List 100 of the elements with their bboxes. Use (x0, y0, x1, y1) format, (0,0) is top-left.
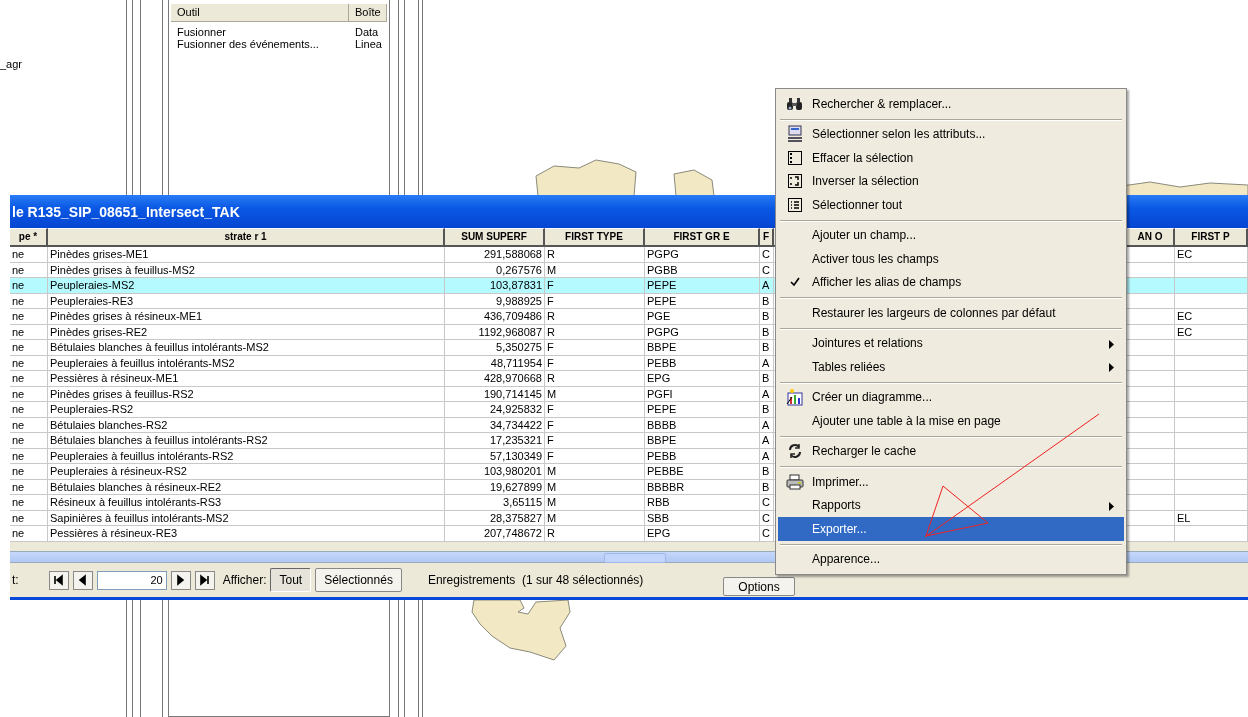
table-cell: ne (10, 479, 48, 494)
table-cell: 24,925832 (445, 402, 545, 417)
table-cell: ne (10, 278, 48, 293)
table-cell: Peupleraies-MS2 (48, 278, 445, 293)
options-button[interactable]: Options (723, 577, 795, 596)
table-cell: ne (10, 526, 48, 541)
table-cell: Bétulaies blanches à feuillus intolérants-RS2 (48, 433, 445, 448)
menu-item[interactable]: Sélectionner selon les attributs... (778, 122, 1124, 146)
table-cell: ne (10, 324, 48, 339)
table-cell: ne (10, 386, 48, 401)
table-cell: C (760, 262, 774, 277)
table-cell: C (760, 247, 774, 262)
previous-record-button[interactable] (72, 570, 93, 590)
next-record-button[interactable] (170, 570, 191, 590)
table-cell: B (760, 324, 774, 339)
record-label: t: (12, 573, 19, 587)
menu-item[interactable]: Effacer la sélection (778, 146, 1124, 170)
chart-icon (786, 388, 804, 407)
table-cell: R (545, 309, 645, 324)
table-cell: Bétulaies blanches à résineux-RE2 (48, 479, 445, 494)
table-cell: F (545, 293, 645, 308)
table-cell: Pinèdes grises à feuillus-MS2 (48, 262, 445, 277)
table-cell: M (545, 464, 645, 479)
table-cell: 207,748672 (445, 526, 545, 541)
printer-icon (786, 473, 804, 490)
column-header[interactable]: pe * (10, 228, 48, 245)
column-header[interactable]: FIRST TYPE (545, 228, 645, 245)
column-header[interactable]: FIRST GR E (645, 228, 760, 245)
table-cell: F (545, 278, 645, 293)
table-cell: 0,267576 (445, 262, 545, 277)
table-cell: EC (1175, 309, 1248, 324)
menu-item[interactable]: Créer un diagramme... (778, 385, 1124, 409)
table-cell: ne (10, 433, 48, 448)
table-cell: SBB (645, 510, 760, 525)
table-cell: M (545, 386, 645, 401)
table-cell: Sapinières à feuillus intolérants-MS2 (48, 510, 445, 525)
table-cell: BBBB (645, 417, 760, 432)
last-record-icon (199, 574, 211, 586)
table-cell: Résineux à feuillus intolérants-RS3 (48, 495, 445, 510)
menu-item[interactable]: Rechercher & remplacer... (778, 92, 1124, 116)
table-cell: A (760, 433, 774, 448)
table-cell: ne (10, 309, 48, 324)
table-cell: ne (10, 495, 48, 510)
menu-item[interactable]: Exporter... (778, 517, 1124, 541)
binoculars-icon (786, 95, 804, 112)
table-cell: M (545, 510, 645, 525)
table-cell: A (760, 448, 774, 463)
table-cell: Peupleraies à résineux-RS2 (48, 464, 445, 479)
tool-name[interactable]: Fusionner des événements... (171, 38, 349, 50)
table-cell: 9,988925 (445, 293, 545, 308)
table-cell: A (760, 355, 774, 370)
table-cell: F (545, 417, 645, 432)
table-cell: ne (10, 340, 48, 355)
table-cell: A (760, 386, 774, 401)
table-cell: Pinèdes grises-RE2 (48, 324, 445, 339)
table-cell: Bétulaies blanches à feuillus intolérants-MS2 (48, 340, 445, 355)
tool-name[interactable]: Fusionner (171, 26, 349, 38)
table-cell: 5,350275 (445, 340, 545, 355)
column-header[interactable]: strate r 1 (48, 228, 445, 245)
show-button[interactable]: Tout (270, 568, 312, 592)
clear-selection-icon (787, 149, 803, 166)
table-cell: 3,65115 (445, 495, 545, 510)
table-cell: C (760, 510, 774, 525)
column-header[interactable]: FIRST P (1175, 228, 1248, 245)
menu-item[interactable]: Apparence... (778, 547, 1124, 571)
table-cell: EL (1175, 510, 1248, 525)
toolbox-name: Linea (354, 38, 383, 50)
first-record-icon (53, 574, 65, 586)
column-header[interactable]: SUM SUPERF (445, 228, 545, 245)
record-field[interactable]: 20 (96, 570, 167, 590)
table-cell: R (545, 526, 645, 541)
table-cell: Pinèdes grises-ME1 (48, 247, 445, 262)
table-cell: PGPG (645, 324, 760, 339)
table-cell: BBBBR (645, 479, 760, 494)
table-cell: M (545, 479, 645, 494)
table-cell: Peupleraies à feuillus intolérants-MS2 (48, 355, 445, 370)
list-icon (787, 196, 803, 213)
table-cell: PGBB (645, 262, 760, 277)
table-cell: PEPE (645, 293, 760, 308)
menu-item[interactable]: Inverser la sélection (778, 169, 1124, 193)
show-button[interactable]: Sélectionnés (315, 568, 402, 592)
table-cell: ne (10, 293, 48, 308)
table-cell: B (760, 293, 774, 308)
table-cell: B (760, 402, 774, 417)
column-header[interactable]: Boîte (349, 4, 387, 21)
column-header[interactable]: Outil (171, 4, 349, 21)
table-cell: Bétulaies blanches-RS2 (48, 417, 445, 432)
table-cell: EPG (645, 526, 760, 541)
table-cell: C (760, 495, 774, 510)
table-cell: PEBBE (645, 464, 760, 479)
table-cell: B (760, 371, 774, 386)
table-cell: B (760, 479, 774, 494)
menu-item[interactable]: Sélectionner tout (778, 193, 1124, 217)
last-record-button[interactable] (194, 570, 215, 590)
next-record-icon (175, 574, 187, 586)
table-cell: ne (10, 355, 48, 370)
table-cell: Pinèdes grises à résineux-ME1 (48, 309, 445, 324)
table-cell: Peupleraies-RE3 (48, 293, 445, 308)
first-record-button[interactable] (48, 570, 69, 590)
table-cell: Peupleraies à feuillus intolérants-RS2 (48, 448, 445, 463)
